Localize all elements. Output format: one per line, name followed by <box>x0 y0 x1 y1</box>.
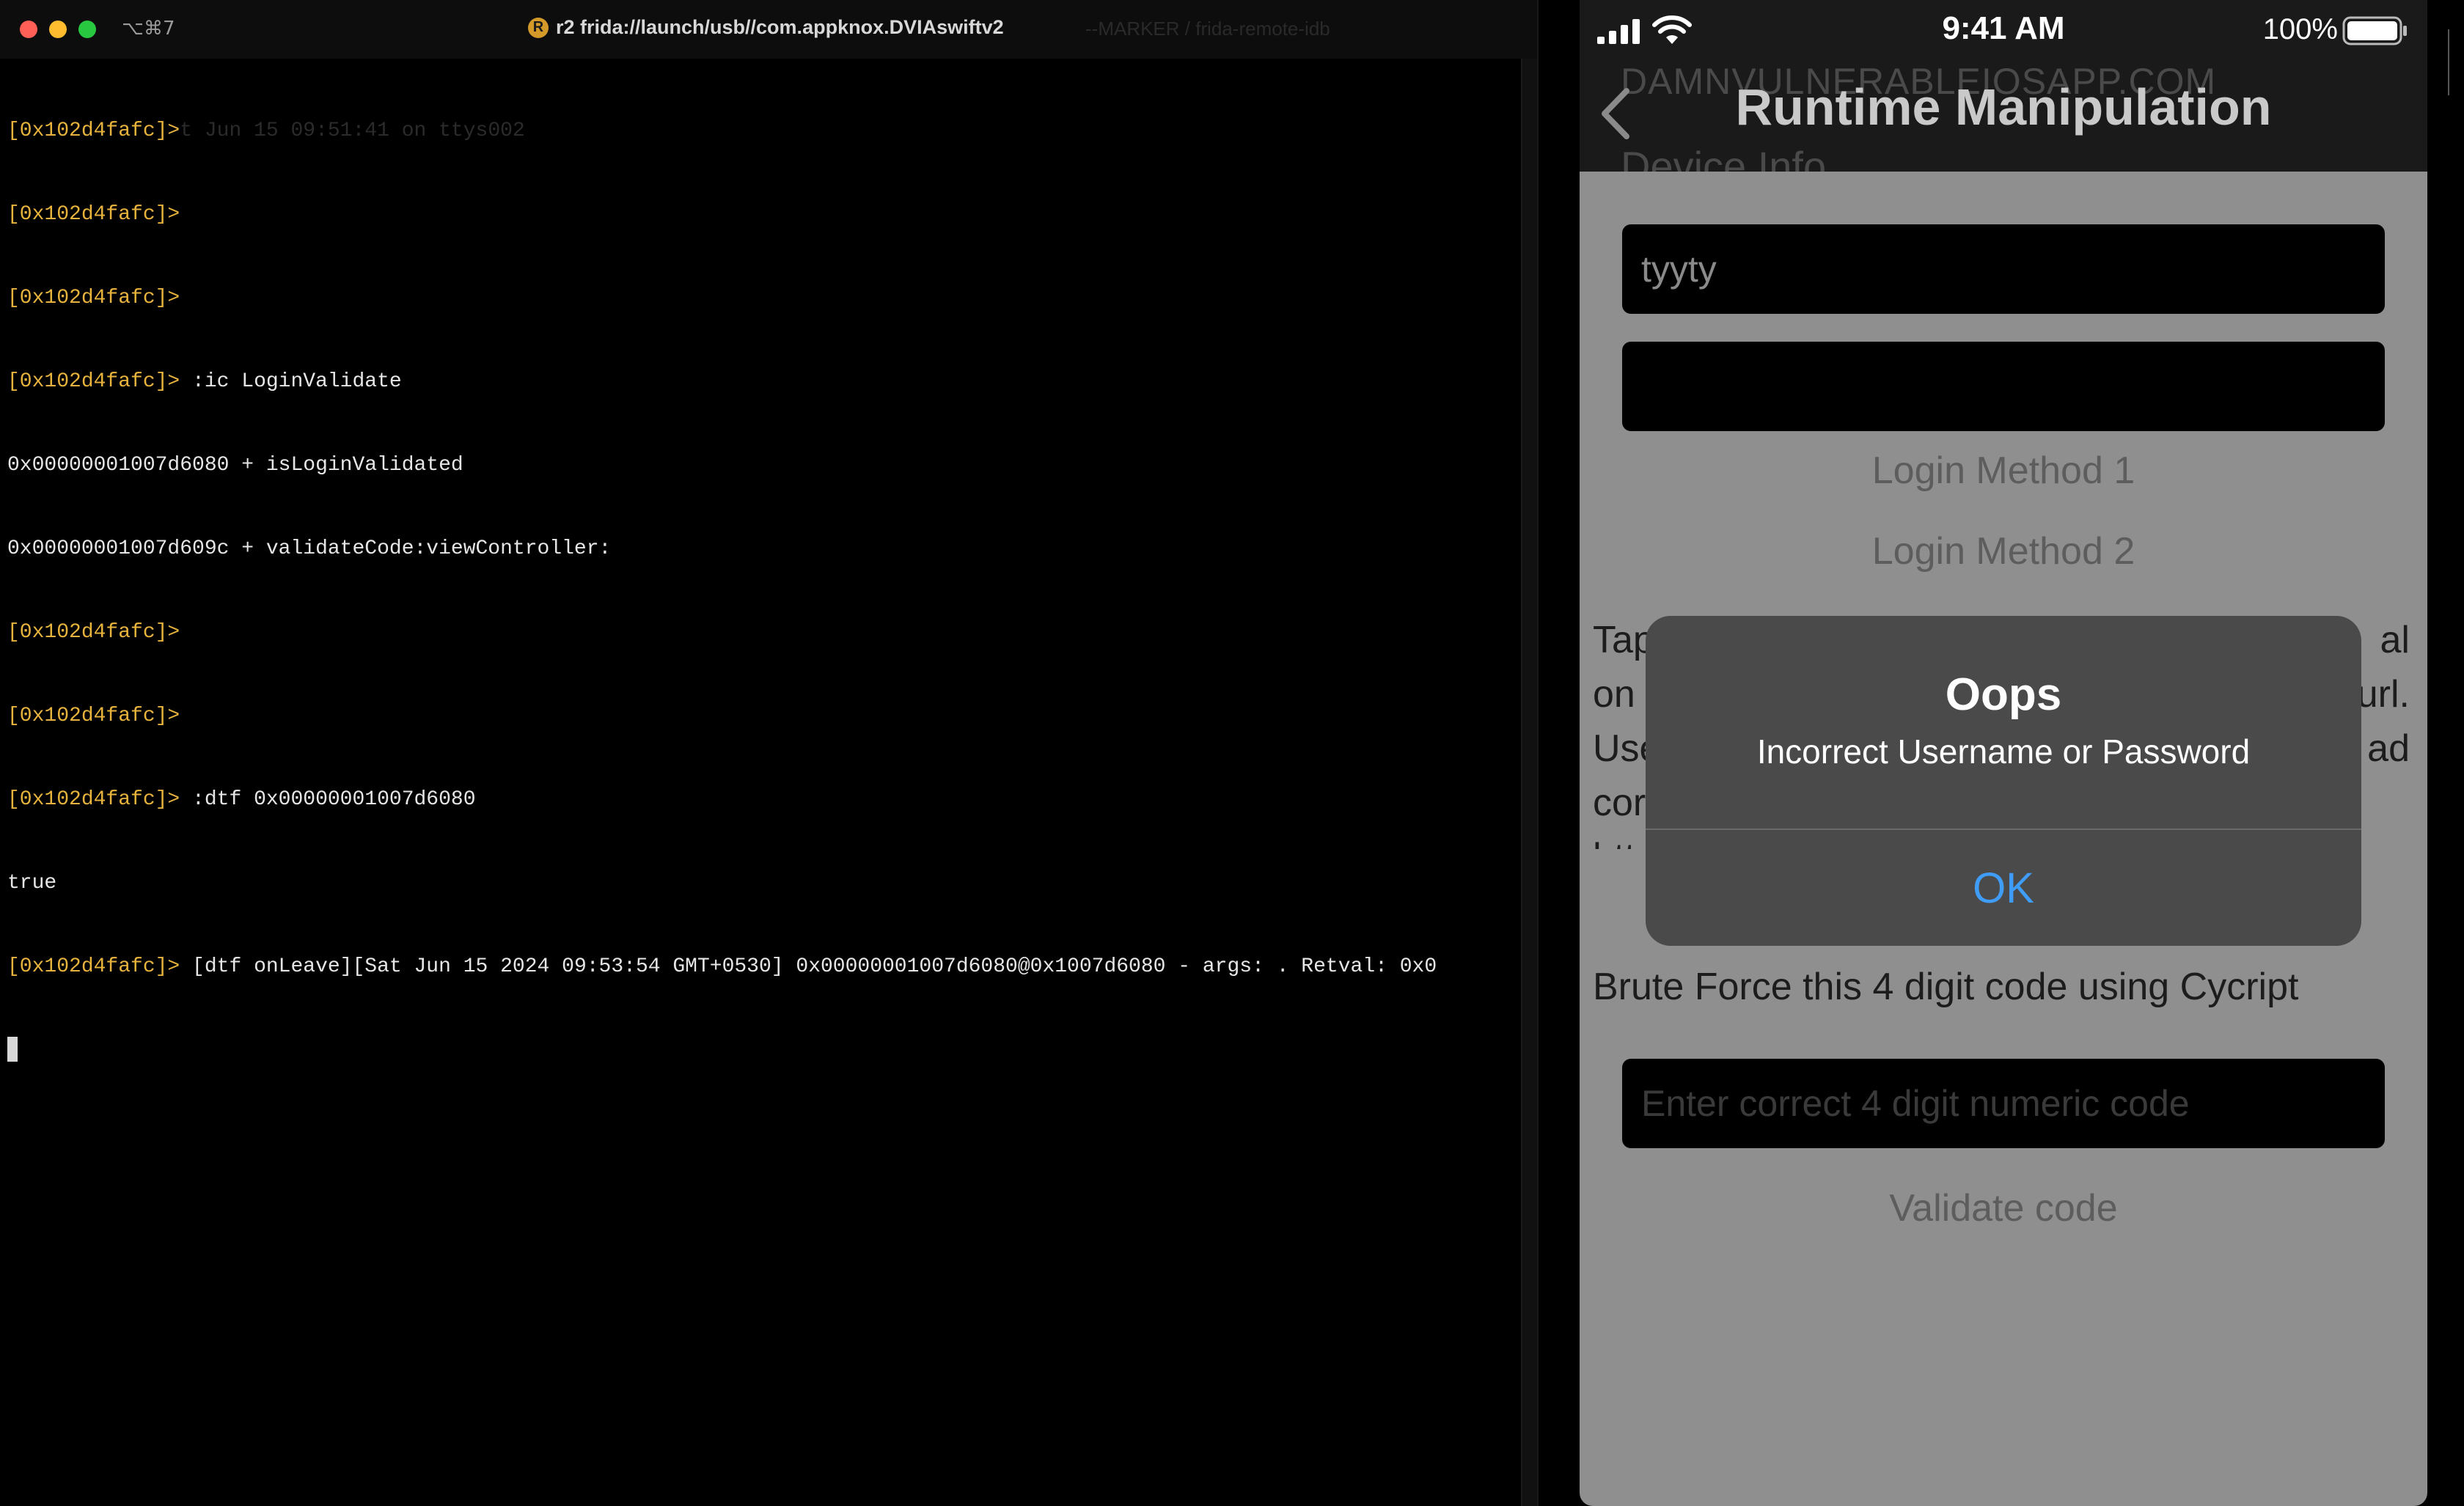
terminal-command: :ic LoginValidate <box>180 370 402 393</box>
navigation-bar: DAMNVULNERABLEIOSAPP.COM Runtime Manipul… <box>1580 60 2427 172</box>
page-title: Runtime Manipulation <box>1735 78 2272 136</box>
alert-ok-button[interactable]: OK <box>1646 830 2361 946</box>
terminal-output-text: true <box>7 872 57 895</box>
terminal-titlebar: ⌥⌘7 R r2 frida://launch/usb//com.appknox… <box>0 0 1537 59</box>
terminal-prompt: [0x102d4fafc]> <box>7 370 180 393</box>
login-method-1-button[interactable]: Login Method 1 <box>1580 449 2427 493</box>
terminal-line: [0x102d4fafc]> <box>7 284 1437 312</box>
alert-dialog: Oops Incorrect Username or Password OK <box>1646 616 2361 946</box>
desktop-background <box>2442 0 2464 1506</box>
terminal-prompt: [0x102d4fafc]> <box>7 788 180 811</box>
terminal-title-text: r2 frida://launch/usb//com.appknox.DVIAs… <box>556 16 1004 38</box>
validate-code-button[interactable]: Validate code <box>1580 1186 2427 1230</box>
nav-subtitle-text: Device Info <box>1621 143 1827 172</box>
terminal-line: [0x102d4fafc]> <box>7 201 1437 229</box>
terminal-line: 0x00000001007d609c + validateCode:viewCo… <box>7 535 1437 563</box>
terminal-line: true <box>7 870 1437 897</box>
terminal-prompt: [0x102d4fafc]> <box>7 287 180 309</box>
terminal-line: [0x102d4fafc]> <box>7 619 1437 647</box>
terminal-prompt: [0x102d4fafc]> <box>7 120 180 142</box>
window-edge-marker <box>2448 29 2449 95</box>
tab-shortcut: ⌥⌘7 <box>122 18 175 40</box>
terminal-output-text: 0x00000001007d6080 + isLoginValidated <box>7 454 463 477</box>
minimize-window-button[interactable] <box>49 21 67 38</box>
terminal-output[interactable]: [0x102d4fafc]>t Jun 15 09:51:41 on ttys0… <box>7 62 1437 1120</box>
terminal-title: R r2 frida://launch/usb//com.appknox.DVI… <box>528 16 1004 39</box>
alert-message: Incorrect Username or Password <box>1756 732 2251 771</box>
status-bar: 9:41 AM 100% <box>1580 0 2427 60</box>
instruction-fragment: url. <box>2356 673 2410 716</box>
terminal-line: [0x102d4fafc]> <box>7 702 1437 730</box>
iphone-simulator-screen[interactable]: 9:41 AM 100% DAMNVULNERABLEIOSAPP.COM Ru… <box>1580 0 2427 1506</box>
terminal-command: :dtf 0x00000001007d6080 <box>180 788 476 811</box>
password-field[interactable] <box>1622 342 2385 431</box>
battery-percentage: 100% <box>2262 13 2338 45</box>
terminal-line: [0x102d4fafc]> :dtf 0x00000001007d6080 <box>7 786 1437 814</box>
instructions-text-right: al url. ad <box>2357 613 2410 776</box>
terminal-line: 0x00000001007d6080 + isLoginValidated <box>7 452 1437 480</box>
code-input[interactable]: Enter correct 4 digit numeric code <box>1622 1059 2385 1148</box>
terminal-title-ghost: --MARKER / frida-remote-idb <box>1085 18 1330 40</box>
r2-icon: R <box>528 17 549 38</box>
terminal-cursor-line <box>7 1037 1437 1065</box>
terminal-ghost-text: t Jun 15 09:51:41 on ttys002 <box>180 120 525 142</box>
terminal-prompt: [0x102d4fafc]> <box>7 705 180 727</box>
battery-icon <box>2342 16 2407 45</box>
terminal-line: [0x102d4fafc]> :ic LoginValidate <box>7 368 1437 396</box>
alert-title: Oops <box>1945 669 2062 720</box>
instruction-fragment: ad <box>2367 727 2410 770</box>
instruction-fragment: al <box>2380 619 2410 661</box>
terminal-output-text: 0x00000001007d609c + validateCode:viewCo… <box>7 537 612 560</box>
terminal-line: [0x102d4fafc]>t Jun 15 09:51:41 on ttys0… <box>7 117 1437 145</box>
terminal-cursor <box>7 1037 18 1062</box>
terminal-window[interactable]: ⌥⌘7 R r2 frida://launch/usb//com.appknox… <box>0 0 1539 1506</box>
username-field[interactable]: tyyty <box>1622 224 2385 314</box>
close-window-button[interactable] <box>20 21 37 38</box>
terminal-scrollbar[interactable] <box>1521 59 1537 1506</box>
terminal-prompt: [0x102d4fafc]> <box>7 955 180 978</box>
terminal-prompt: [0x102d4fafc]> <box>7 621 180 644</box>
maximize-window-button[interactable] <box>78 21 96 38</box>
terminal-output-text: [dtf onLeave][Sat Jun 15 2024 09:53:54 G… <box>180 955 1437 978</box>
login-method-2-button[interactable]: Login Method 2 <box>1580 529 2427 573</box>
terminal-prompt: [0x102d4fafc]> <box>7 203 180 226</box>
terminal-line: [0x102d4fafc]> [dtf onLeave][Sat Jun 15 … <box>7 953 1437 981</box>
brute-force-label: Brute Force this 4 digit code using Cycr… <box>1593 966 2299 1008</box>
